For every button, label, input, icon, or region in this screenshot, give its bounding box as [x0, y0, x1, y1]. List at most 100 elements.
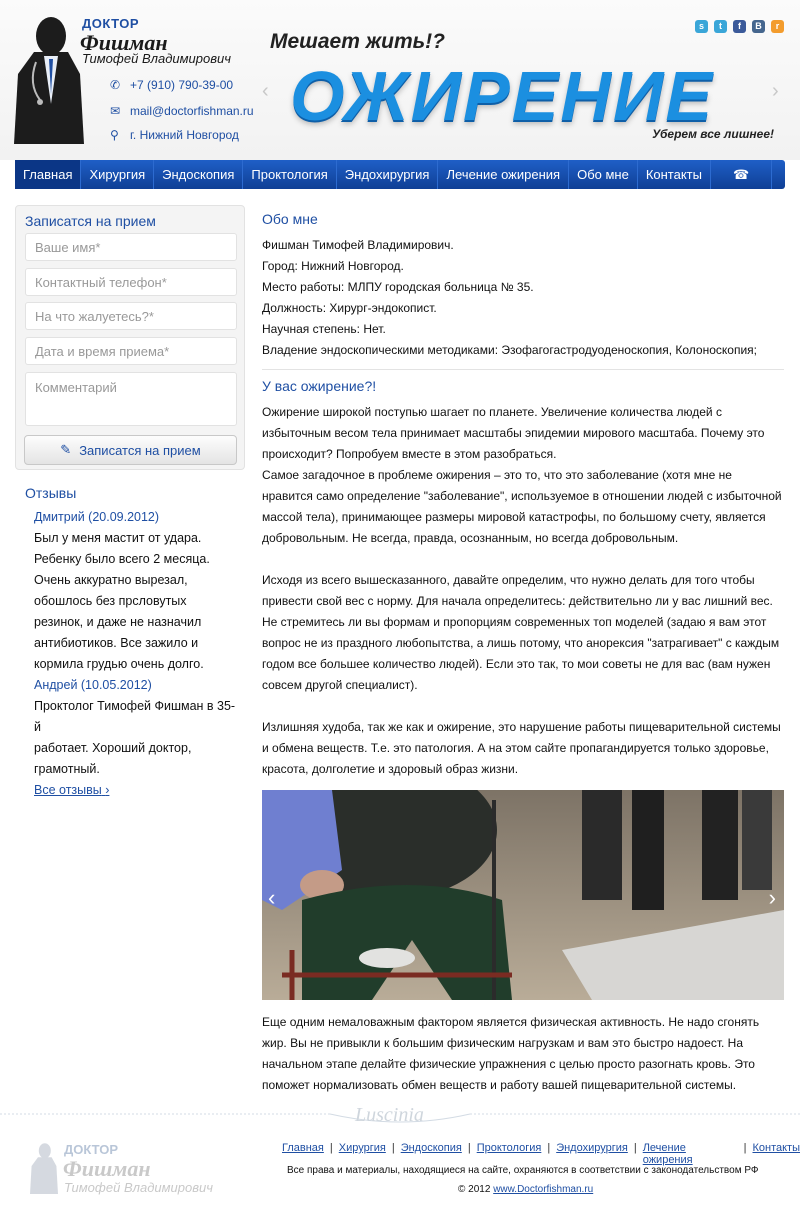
article-paragraph: Ожирение широкой поступью шагает по план… [262, 402, 784, 549]
paragraph-line: вопрос не из праздного любопытства, а ли… [262, 636, 780, 650]
paragraph-line: привести свой вес с норму. Для начала оп… [262, 594, 773, 608]
contact-email[interactable]: ✉ mail@doctorfishman.ru [110, 104, 254, 118]
appointment-form: Записатся на прием ✎ Записатся на прием [15, 205, 245, 470]
nav-item[interactable]: Проктология [243, 160, 337, 189]
banner-headline: ОЖИРЕНИЕ [290, 57, 715, 135]
skype-icon[interactable]: s [695, 20, 708, 33]
comment-textarea[interactable] [25, 372, 237, 426]
link-separator: | [633, 1142, 637, 1154]
article-paragraph: Излишняя худоба, так же как и ожирение, … [262, 717, 784, 780]
reviews-list: Дмитрий (20.09.2012) Был у меня мастит от… [25, 507, 240, 780]
twitter-icon[interactable]: t [714, 20, 727, 33]
submit-appointment-button[interactable]: ✎ Записатся на прием [24, 435, 237, 465]
phone-text: +7 (910) 790-39-00 [130, 78, 234, 92]
phone-input[interactable] [25, 268, 237, 296]
rss-icon[interactable]: r [771, 20, 784, 33]
chevron-left-icon[interactable]: ‹ [268, 885, 275, 911]
footer-brand-subtitle: Тимофей Владимирович [64, 1180, 213, 1195]
review-author[interactable]: Дмитрий (20.09.2012) [34, 507, 240, 528]
complaint-input[interactable] [25, 302, 237, 330]
nav-phone-icon[interactable]: ☎ [711, 160, 773, 189]
footer-link[interactable]: Контакты [752, 1142, 800, 1166]
footer-link[interactable]: Хирургия [339, 1142, 386, 1166]
review-author[interactable]: Андрей (10.05.2012) [34, 675, 240, 696]
about-title: Обо мне [262, 211, 318, 227]
footer-link[interactable]: Эндохирургия [556, 1142, 628, 1166]
chevron-right-icon[interactable]: › [769, 885, 776, 911]
footer-copyright: © 2012 www.Doctorfishman.ru [458, 1184, 593, 1195]
footer-link[interactable]: Главная [282, 1142, 324, 1166]
paragraph-line: поможет нормализовать обмен веществ и ра… [262, 1078, 737, 1092]
photo-image [262, 790, 784, 1000]
name-input[interactable] [25, 233, 237, 261]
contact-phone[interactable]: ✆ +7 (910) 790-39-00 [110, 78, 233, 92]
brand-doctor-label: ДОКТОР [82, 16, 140, 31]
chevron-right-icon: › [105, 783, 110, 797]
link-separator: | [467, 1142, 471, 1154]
article-conclusion: Еще одним немаловажным фактором является… [262, 1012, 784, 1096]
site-header: ДОКТОР Фишман Тимофей Владимирович ✆ +7 … [0, 0, 800, 160]
main-nav: Главная Хирургия Эндоскопия Проктология Эндо… [15, 160, 785, 189]
chevron-right-icon[interactable]: › [772, 80, 779, 103]
footer-link[interactable]: Эндоскопия [401, 1142, 462, 1166]
mail-icon: ✉ [110, 104, 121, 118]
article-body: Ожирение широкой поступью шагает по план… [262, 402, 784, 780]
chevron-left-icon[interactable]: ‹ [262, 80, 269, 103]
link-separator: | [329, 1142, 333, 1154]
datetime-input[interactable] [25, 337, 237, 365]
social-icons: stfBr [695, 20, 784, 33]
form-title: Записатся на прием [25, 213, 156, 229]
paragraph-line: Самое загадочное в проблеме ожирения – э… [262, 468, 732, 482]
paragraph-line: Не стремитесь ли вы формам и пропорциям … [262, 615, 767, 629]
link-separator: | [547, 1142, 551, 1154]
submit-label: Записатся на прием [79, 442, 201, 458]
email-text: mail@doctorfishman.ru [130, 104, 254, 118]
footer-links: Главная | Хирургия | Эндоскопия | Проктология |… [282, 1142, 800, 1166]
review-text-line: кормила грудью очень долго. [34, 657, 204, 671]
paragraph-line: добровольным. Не всегда, правда, осознан… [262, 531, 679, 545]
paragraph-line: Исходя из всего вышесказанного, давайте … [262, 573, 755, 587]
all-reviews-link[interactable]: Все отзывы › [34, 783, 109, 797]
footer-link[interactable]: Лечение ожирения [643, 1142, 738, 1166]
paragraph-line: массой тела), принимающее размеры мирово… [262, 510, 766, 524]
paragraph-line: совсем другой специалист). [262, 678, 418, 692]
footer-site-link[interactable]: www.Doctorfishman.ru [493, 1184, 593, 1195]
nav-item[interactable]: Лечение ожирения [438, 160, 570, 189]
nav-item[interactable]: Эндоскопия [154, 160, 244, 189]
review-text-line: Проктолог Тимофей Фишман в 35-й [34, 699, 236, 734]
paragraph-line: происходит? Попробуем вместе в этом разо… [262, 447, 557, 461]
paragraph-line: Еще одним немаловажным фактором является… [262, 1015, 760, 1029]
vk-icon[interactable]: B [752, 20, 765, 33]
paragraph-line: избыточным весом тела принимает масштабы… [262, 426, 765, 440]
about-line: Научная степень: Нет. [262, 322, 386, 336]
nav-item[interactable]: Хирургия [81, 160, 155, 189]
copyright-prefix: © 2012 [458, 1184, 491, 1195]
map-pin-icon: ⚲ [110, 128, 119, 142]
about-info: Фишман Тимофей Владимирович. Город: Нижни… [262, 235, 784, 361]
facebook-icon[interactable]: f [733, 20, 746, 33]
paragraph-line: и обмена веществ. Т.е. это патология. А … [262, 741, 769, 755]
review-text-line: обошлось без прсловутых [34, 594, 187, 608]
phone-icon: ✆ [110, 78, 121, 92]
review-text-line: Был у меня мастит от удара. [34, 531, 202, 545]
paragraph-line: красота, долголетие и здоровый образ жиз… [262, 762, 519, 776]
footer-brand-name: Фишман [63, 1156, 151, 1181]
nav-item[interactable]: Обо мне [569, 160, 638, 189]
city-text: г. Нижний Новгород [130, 128, 239, 142]
doctor-silhouette-logo [14, 17, 84, 144]
article-photo: ‹ › [262, 790, 784, 1000]
about-line: Место работы: МЛПУ городская больница № … [262, 280, 534, 294]
review-text-line: грамотный. [34, 762, 100, 776]
nav-item[interactable]: Контакты [638, 160, 711, 189]
main-content: Обо мне Фишман Тимофей Владимирович. Горо… [262, 211, 784, 801]
nav-item[interactable]: Эндохирургия [337, 160, 439, 189]
brand-subtitle: Тимофей Владимирович [82, 51, 231, 66]
about-line: Владение эндоскопическими методиками: Эз… [262, 343, 757, 357]
nav-item[interactable]: Главная [15, 160, 82, 189]
review-text-line: Ребенку было всего 2 месяца. [34, 552, 210, 566]
paragraph-line: жир. Вы не привыкли к большим физическим… [262, 1036, 744, 1050]
about-line: Фишман Тимофей Владимирович. [262, 238, 454, 252]
banner-tagline: Уберем все лишнее! [652, 127, 774, 141]
reviews-title: Отзывы [25, 485, 77, 501]
footer-link[interactable]: Проктология [477, 1142, 542, 1166]
